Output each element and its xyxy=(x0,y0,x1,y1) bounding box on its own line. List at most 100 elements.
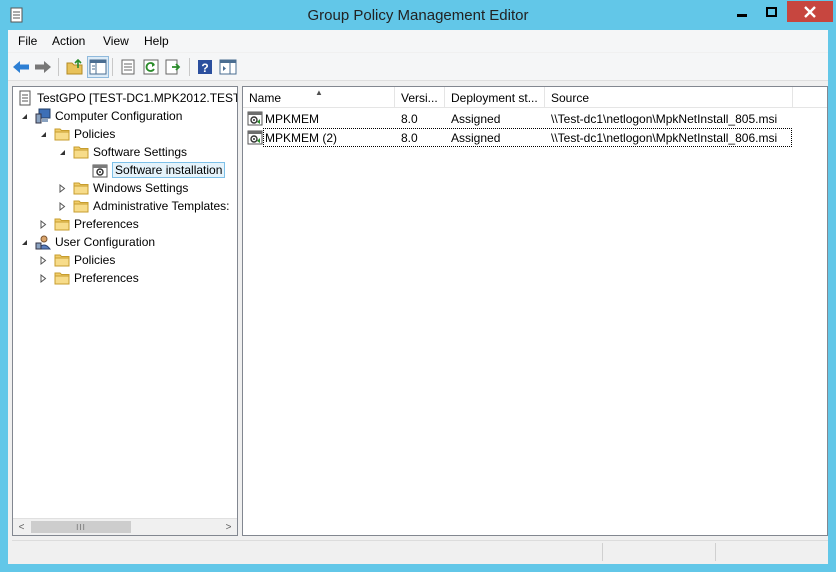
collapse-arrow-icon[interactable] xyxy=(20,112,29,121)
menu-view[interactable]: View xyxy=(103,34,129,48)
close-icon xyxy=(804,5,816,18)
tree-node[interactable]: Computer Configuration xyxy=(22,107,183,125)
tree-node[interactable]: Policies xyxy=(40,251,116,269)
collapse-arrow-icon[interactable] xyxy=(58,148,67,157)
package-icon xyxy=(247,111,263,126)
folder-icon xyxy=(54,254,70,267)
show-hide-tree-button[interactable] xyxy=(87,56,109,78)
column-header-deployment-state[interactable]: Deployment st... xyxy=(445,87,545,108)
menu-file[interactable]: File xyxy=(18,34,37,48)
tree-node[interactable]: Software Settings xyxy=(60,143,188,161)
minimize-button[interactable] xyxy=(728,1,756,22)
action-pane-button[interactable] xyxy=(217,56,239,78)
column-header-label: Source xyxy=(551,91,590,105)
tree-node-label: Computer Configuration xyxy=(55,109,183,123)
menu-action[interactable]: Action xyxy=(52,34,85,48)
table-row[interactable]: MPKMEM 8.0 Assigned \\Test-dc1\netlogon\Mpk… xyxy=(243,109,827,128)
user-icon xyxy=(35,235,51,250)
tree-node-label: Preferences xyxy=(74,217,139,231)
tree-node[interactable]: Windows Settings xyxy=(59,179,189,197)
folder-icon xyxy=(73,182,89,195)
up-folder-icon xyxy=(66,59,83,75)
window-title: Group Policy Management Editor xyxy=(307,7,529,24)
tree-node-label: Preferences xyxy=(74,271,139,285)
maximize-button[interactable] xyxy=(757,1,785,22)
cell-deployment-state: Assigned xyxy=(451,112,501,126)
tree-node[interactable]: TestGPO [TEST-DC1.MPK2012.TEST] P xyxy=(17,89,238,107)
action-pane-icon xyxy=(219,59,237,75)
cell-source: \\Test-dc1\netlogon\MpkNetInstall_805.ms… xyxy=(551,112,778,126)
folder-icon xyxy=(54,218,70,231)
tree-node[interactable]: Software installation xyxy=(92,161,226,179)
export-icon xyxy=(165,59,181,75)
sort-ascending-icon: ▲ xyxy=(315,88,323,97)
tree-node-label: Policies xyxy=(74,253,116,267)
scroll-thumb[interactable]: III xyxy=(31,521,131,533)
status-segment xyxy=(715,543,828,561)
folder-icon xyxy=(73,200,89,213)
expand-arrow-icon[interactable] xyxy=(39,256,48,265)
maximize-icon xyxy=(765,6,777,17)
expand-arrow-icon[interactable] xyxy=(58,202,67,211)
expand-arrow-icon[interactable] xyxy=(39,220,48,229)
software-installation-icon xyxy=(92,164,108,178)
menu-bar: File Action View Help xyxy=(8,30,828,52)
tree-node-label: Windows Settings xyxy=(93,181,189,195)
export-list-icon xyxy=(121,59,135,75)
cell-deployment-state: Assigned xyxy=(451,131,501,145)
forward-icon xyxy=(35,61,51,73)
computer-icon xyxy=(35,108,51,124)
expand-arrow-icon[interactable] xyxy=(39,274,48,283)
window-client: File Action View Help ? < III > TestGPO … xyxy=(8,30,828,564)
cell-version: 8.0 xyxy=(401,112,418,126)
export-list-button[interactable] xyxy=(117,56,139,78)
cell-source: \\Test-dc1\netlogon\MpkNetInstall_806.ms… xyxy=(551,131,778,145)
folder-icon xyxy=(54,128,70,141)
refresh-icon xyxy=(143,59,159,75)
back-icon xyxy=(13,61,29,73)
close-button[interactable] xyxy=(787,1,833,22)
scroll-right-button[interactable]: > xyxy=(220,519,237,535)
status-bar xyxy=(12,540,828,562)
refresh-button[interactable] xyxy=(140,56,162,78)
column-header-name[interactable]: Name ▲ xyxy=(243,87,395,108)
tree-node-label: Administrative Templates: xyxy=(93,199,230,213)
tree-node[interactable]: Policies xyxy=(41,125,115,143)
tree-node[interactable]: Administrative Templates: xyxy=(59,197,230,215)
cell-version: 8.0 xyxy=(401,131,418,145)
cell-name: MPKMEM (2) xyxy=(265,131,337,145)
column-header-label: Versi... xyxy=(401,91,438,105)
collapse-arrow-icon[interactable] xyxy=(39,130,48,139)
forward-button[interactable] xyxy=(32,56,54,78)
column-header-label: Name xyxy=(249,91,282,105)
scroll-left-button[interactable]: < xyxy=(13,519,30,535)
tree-pane[interactable]: < III > TestGPO [TEST-DC1.MPK2012.TEST] … xyxy=(12,86,238,536)
tree-horizontal-scrollbar[interactable]: < III > xyxy=(13,518,237,535)
folder-icon xyxy=(54,272,70,285)
tree-node[interactable]: Preferences xyxy=(40,215,139,233)
tree-node[interactable]: Preferences xyxy=(40,269,139,287)
column-header-label: Deployment st... xyxy=(451,91,538,105)
tree-node-label: Software installation xyxy=(112,162,226,178)
gpo-icon xyxy=(19,90,31,106)
column-header-source[interactable]: Source xyxy=(545,87,793,108)
up-folder-button[interactable] xyxy=(64,56,86,78)
tree-node[interactable]: User Configuration xyxy=(22,233,156,251)
title-bar: Group Policy Management Editor xyxy=(0,0,836,30)
help-button[interactable]: ? xyxy=(194,56,216,78)
tree-node-label: User Configuration xyxy=(55,235,156,249)
folder-icon xyxy=(73,146,89,159)
back-button[interactable] xyxy=(10,56,32,78)
menu-help[interactable]: Help xyxy=(144,34,169,48)
table-row[interactable]: MPKMEM (2) 8.0 Assigned \\Test-dc1\netlogon… xyxy=(243,128,827,147)
details-pane[interactable]: Name ▲ Versi... Deployment st... Source … xyxy=(242,86,828,536)
expand-arrow-icon[interactable] xyxy=(58,184,67,193)
tree-node-label: Software Settings xyxy=(93,145,188,159)
collapse-arrow-icon[interactable] xyxy=(20,238,29,247)
list-header: Name ▲ Versi... Deployment st... Source xyxy=(243,87,827,108)
status-segment xyxy=(602,543,715,561)
package-icon xyxy=(247,130,263,145)
column-header-version[interactable]: Versi... xyxy=(395,87,445,108)
export-button[interactable] xyxy=(163,56,185,78)
tree-node-label: TestGPO [TEST-DC1.MPK2012.TEST] P xyxy=(37,91,238,105)
